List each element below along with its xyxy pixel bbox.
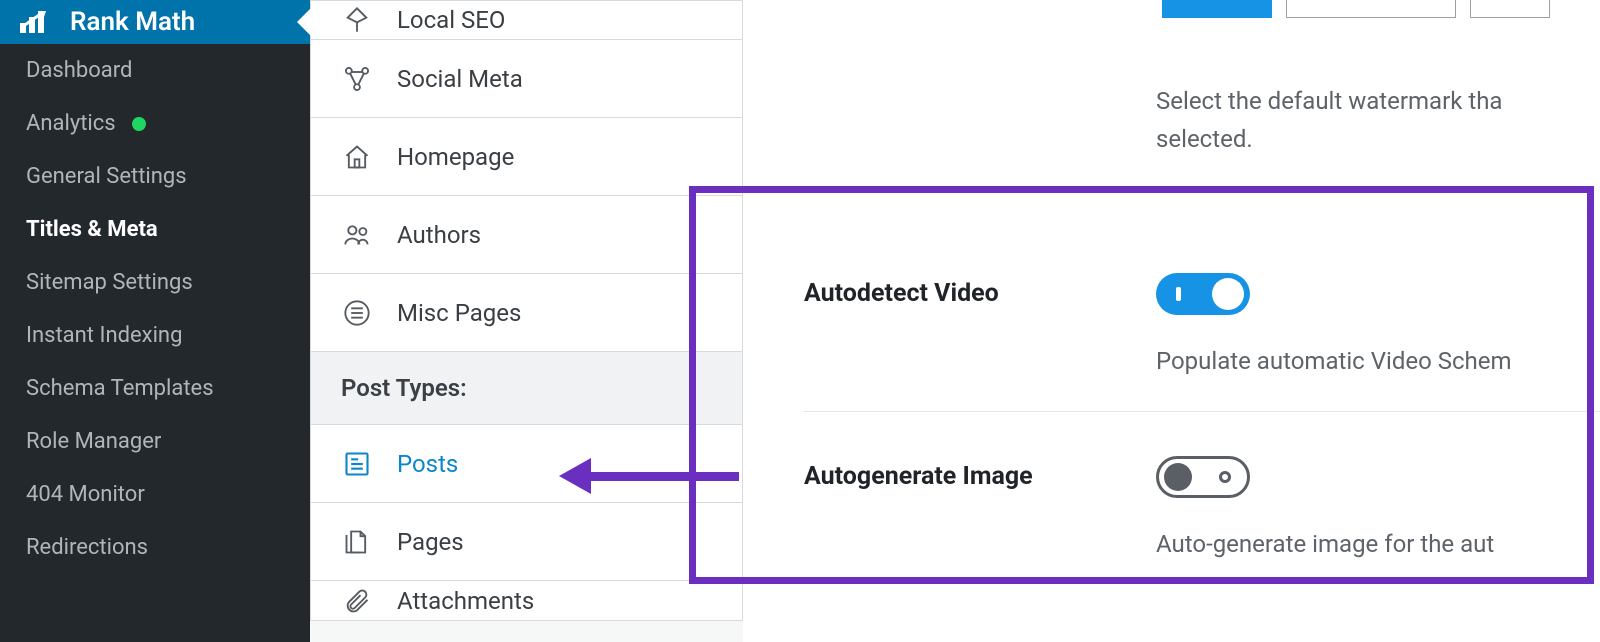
- settings-panel: Local SEO Social Meta Homepage Authors M…: [310, 0, 744, 642]
- sidebar-item-label: 404 Monitor: [26, 482, 145, 507]
- sidebar-brand[interactable]: Rank Math: [0, 0, 310, 44]
- sidebar-item-label: Sitemap Settings: [26, 270, 193, 295]
- pin-icon: [341, 4, 373, 36]
- sidebar-item-label: Role Manager: [26, 429, 161, 454]
- attachment-icon: [341, 585, 373, 617]
- settings-item-posts[interactable]: Posts: [310, 425, 743, 503]
- toggle-on-indicator-icon: [1176, 287, 1181, 301]
- settings-item-label: Social Meta: [397, 65, 523, 93]
- setting-row-autodetect-video: Autodetect Video Populate automatic Vide…: [804, 229, 1600, 411]
- sidebar-brand-label: Rank Math: [70, 7, 195, 37]
- watermark-buttons: [1162, 0, 1600, 18]
- settings-item-social-meta[interactable]: Social Meta: [310, 40, 743, 118]
- sidebar-item-label: Schema Templates: [26, 376, 214, 401]
- setting-row-autogenerate-image: Autogenerate Image Auto-generate image f…: [804, 411, 1600, 594]
- watermark-description: Select the default watermark tha selecte…: [1156, 82, 1600, 159]
- sidebar-item-redirections[interactable]: Redirections: [0, 521, 310, 574]
- toggle-autogenerate-image[interactable]: [1156, 456, 1250, 498]
- settings-item-label: Pages: [397, 528, 464, 556]
- setting-hint: Auto-generate image for the aut: [1156, 530, 1600, 558]
- home-icon: [341, 141, 373, 173]
- primary-sidebar: Rank Math Dashboard Analytics General Se…: [0, 0, 310, 642]
- watermark-option-primary[interactable]: [1162, 0, 1272, 18]
- settings-item-authors[interactable]: Authors: [310, 196, 743, 274]
- post-icon: [341, 448, 373, 480]
- settings-item-label: Authors: [397, 221, 481, 249]
- toggle-knob-icon: [1164, 463, 1192, 491]
- sidebar-item-dashboard[interactable]: Dashboard: [0, 44, 310, 97]
- active-pointer-icon: [297, 8, 311, 36]
- sidebar-item-label: Instant Indexing: [26, 323, 182, 348]
- sidebar-item-general-settings[interactable]: General Settings: [0, 150, 310, 203]
- settings-item-label: Posts: [397, 450, 458, 478]
- sidebar-item-instant-indexing[interactable]: Instant Indexing: [0, 309, 310, 362]
- sidebar-item-404-monitor[interactable]: 404 Monitor: [0, 468, 310, 521]
- sidebar-item-schema-templates[interactable]: Schema Templates: [0, 362, 310, 415]
- status-dot-icon: [132, 117, 146, 131]
- main-content: Select the default watermark tha selecte…: [744, 0, 1600, 642]
- sidebar-item-label: Analytics: [26, 111, 116, 136]
- settings-section-label: Post Types:: [310, 352, 743, 425]
- settings-item-label: Homepage: [397, 143, 514, 171]
- settings-item-local-seo[interactable]: Local SEO: [310, 0, 743, 40]
- watermark-option-secondary[interactable]: [1286, 0, 1456, 18]
- setting-label: Autodetect Video: [804, 273, 1156, 308]
- watermark-option-tertiary[interactable]: [1470, 0, 1550, 18]
- toggle-off-indicator-icon: [1219, 471, 1231, 483]
- share-icon: [341, 63, 373, 95]
- sidebar-item-role-manager[interactable]: Role Manager: [0, 415, 310, 468]
- sidebar-item-label: Redirections: [26, 535, 148, 560]
- rank-math-logo-icon: [20, 11, 50, 33]
- settings-item-pages[interactable]: Pages: [310, 503, 743, 581]
- pages-icon: [341, 526, 373, 558]
- settings-item-label: Local SEO: [397, 6, 505, 34]
- sidebar-item-label: General Settings: [26, 164, 187, 189]
- setting-hint: Populate automatic Video Schem: [1156, 347, 1600, 375]
- users-icon: [341, 219, 373, 251]
- settings-item-homepage[interactable]: Homepage: [310, 118, 743, 196]
- sidebar-item-sitemap-settings[interactable]: Sitemap Settings: [0, 256, 310, 309]
- sidebar-item-label: Dashboard: [26, 58, 132, 83]
- settings-item-label: Attachments: [397, 587, 534, 615]
- toggle-autodetect-video[interactable]: [1156, 273, 1250, 315]
- sidebar-item-analytics[interactable]: Analytics: [0, 97, 310, 150]
- list-circle-icon: [341, 297, 373, 329]
- sidebar-item-titles-meta[interactable]: Titles & Meta: [0, 203, 310, 256]
- settings-item-label: Misc Pages: [397, 299, 521, 327]
- setting-label: Autogenerate Image: [804, 456, 1156, 491]
- sidebar-item-label: Titles & Meta: [26, 217, 158, 242]
- settings-item-attachments[interactable]: Attachments: [310, 581, 743, 621]
- settings-item-misc-pages[interactable]: Misc Pages: [310, 274, 743, 352]
- toggle-knob-icon: [1212, 278, 1244, 310]
